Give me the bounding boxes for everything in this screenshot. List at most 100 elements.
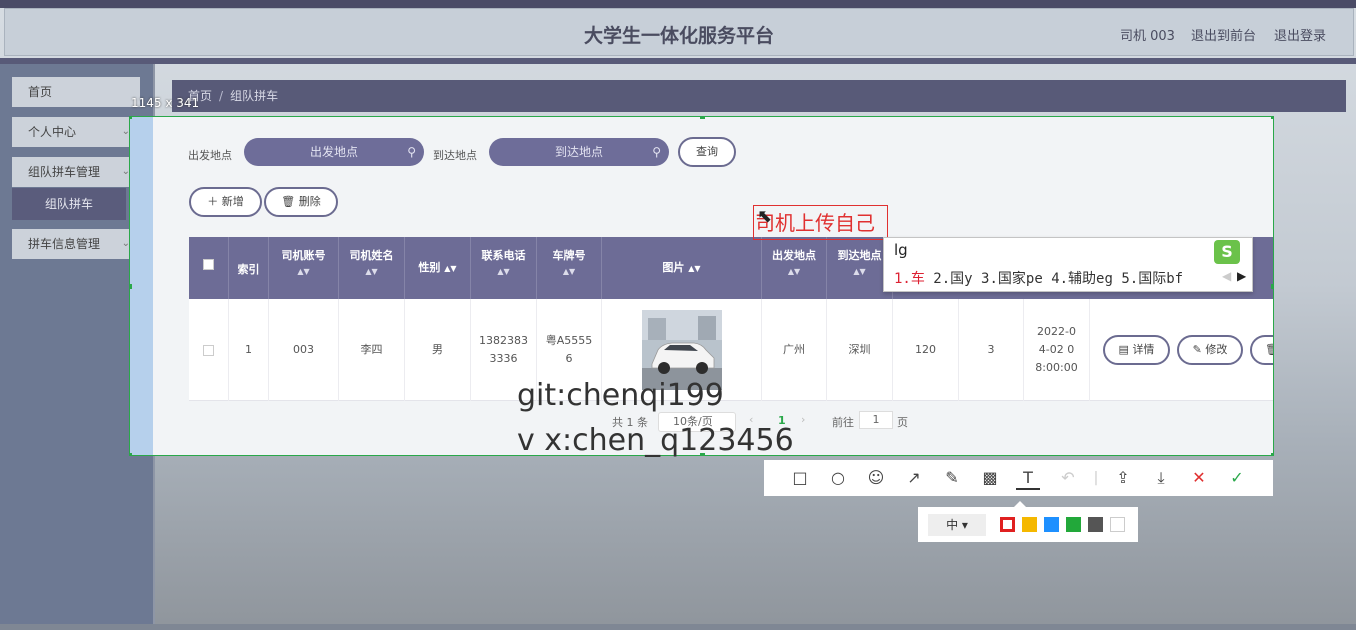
annotation-text[interactable]: 司机上传自己 <box>755 207 875 236</box>
goto-page-input[interactable]: 1 <box>859 411 893 429</box>
detail-button[interactable]: ▤ 详情 <box>1103 335 1170 365</box>
sidebar-item-label: 组队拼车管理 <box>28 165 101 179</box>
table-row: 1 003 李四 男 13823833336 粤A55556 广州 深圳 120… <box>189 299 1273 401</box>
ime-candidate[interactable]: 2.国y <box>933 271 972 287</box>
resize-handle[interactable] <box>700 117 705 119</box>
header-label: 司机姓名 <box>349 249 394 262</box>
color-swatch-green[interactable] <box>1066 517 1081 532</box>
add-button[interactable]: ＋ 新增 <box>189 187 262 217</box>
ime-candidate[interactable]: 1.车 <box>894 271 925 287</box>
rectangle-tool-icon[interactable]: □ <box>788 466 812 490</box>
sort-icon[interactable]: ▲▼ <box>537 267 601 276</box>
color-swatch-gray[interactable] <box>1088 517 1103 532</box>
row-checkbox[interactable] <box>203 344 214 356</box>
sort-icon[interactable]: ▲▼ <box>471 267 536 276</box>
sort-icon[interactable]: ▲▼ <box>688 264 700 273</box>
ime-prev-icon[interactable]: ◀ <box>1222 269 1231 283</box>
header-image[interactable]: 图片 ▲▼ <box>602 237 762 299</box>
cell-price: 120 <box>893 299 959 401</box>
share-icon[interactable]: ⇪ <box>1111 466 1135 490</box>
text-tool-icon[interactable]: T <box>1016 466 1040 490</box>
select-all-checkbox-cell[interactable] <box>189 237 229 299</box>
delete-button[interactable]: 🗑 删除 <box>264 187 338 217</box>
sidebar-item-label: 个人中心 <box>28 125 77 139</box>
font-size-select[interactable]: 中 ▾ <box>928 514 986 536</box>
resize-handle[interactable] <box>130 453 132 455</box>
sort-icon[interactable]: ▲▼ <box>339 267 404 276</box>
ime-next-icon[interactable]: ▶ <box>1237 269 1246 283</box>
resize-handle[interactable] <box>1271 117 1273 119</box>
sidebar-item-home[interactable]: 首页 <box>12 77 140 107</box>
header-plate[interactable]: 车牌号 ▲▼ <box>537 237 602 299</box>
ellipse-tool-icon[interactable]: ○ <box>826 466 850 490</box>
resize-handle[interactable] <box>1271 284 1273 289</box>
selection-edge-band <box>130 117 153 455</box>
sidebar-item-personal-center[interactable]: 个人中心 ⌄ <box>12 117 140 147</box>
header-phone[interactable]: 联系电话 ▲▼ <box>471 237 537 299</box>
download-icon[interactable]: ⤓ <box>1149 466 1173 490</box>
plus-icon: ＋ <box>207 195 222 208</box>
confirm-check-icon[interactable]: ✓ <box>1225 466 1249 490</box>
sort-icon[interactable]: ▲▼ <box>444 264 456 273</box>
pen-tool-icon[interactable]: ✎ <box>940 466 964 490</box>
cell-from: 广州 <box>762 299 827 401</box>
resize-handle[interactable] <box>1271 453 1273 455</box>
resize-handle[interactable] <box>130 284 132 289</box>
exit-to-front-link[interactable]: 退出到前台 <box>1191 25 1256 44</box>
header-label: 司机账号 <box>281 249 326 262</box>
ime-candidate[interactable]: 5.国际bf <box>1121 271 1183 287</box>
header-driver-name[interactable]: 司机姓名 ▲▼ <box>339 237 405 299</box>
select-all-checkbox[interactable] <box>203 259 214 270</box>
color-swatch-blue[interactable] <box>1044 517 1059 532</box>
page-unit-label: 页 <box>897 416 908 429</box>
cell-departure-time: 2022-04-02 08:00:00 <box>1024 299 1090 401</box>
cell-to: 深圳 <box>827 299 893 401</box>
ime-candidate[interactable]: 4.辅助eg <box>1051 271 1113 287</box>
from-location-placeholder: 出发地点 <box>309 145 358 159</box>
palette-caret <box>1014 501 1026 507</box>
mosaic-tool-icon[interactable]: ▩ <box>978 466 1002 490</box>
resize-handle[interactable] <box>130 117 132 119</box>
to-location-input[interactable]: 到达地点 ⚲ <box>489 138 669 166</box>
capture-size-label: 1145 x 341 <box>131 96 200 110</box>
trash-icon: 🗑 <box>1265 343 1273 356</box>
emoji-tool-icon[interactable]: ☺ <box>864 466 888 490</box>
sidebar-subitem-carpool-team[interactable]: 组队拼车 <box>12 188 126 220</box>
search-icon: ⚲ <box>652 145 661 159</box>
ime-logo-icon: S <box>1214 240 1240 264</box>
cell-gender: 男 <box>405 299 471 401</box>
breadcrumb-current: 组队拼车 <box>230 89 279 103</box>
header-from[interactable]: 出发地点 ▲▼ <box>762 237 827 299</box>
header-divider <box>0 58 1356 64</box>
sort-icon[interactable]: ▲▼ <box>269 267 338 276</box>
color-swatch-white[interactable] <box>1110 517 1125 532</box>
current-user: 司机 003 <box>1120 29 1175 44</box>
to-location-placeholder: 到达地点 <box>554 145 603 159</box>
undo-icon[interactable]: ↶ <box>1056 466 1080 490</box>
arrow-tool-icon[interactable]: ↗ <box>902 466 926 490</box>
ime-composition: lg <box>894 241 908 259</box>
ime-candidate-list: 1.车 2.国y 3.国家pe 4.辅助eg 5.国际bf <box>894 268 1183 288</box>
next-page-icon[interactable]: › <box>801 413 805 426</box>
header-label: 到达地点 <box>837 249 882 262</box>
header-gender[interactable]: 性别 ▲▼ <box>405 237 471 299</box>
edit-button[interactable]: ✎ 修改 <box>1177 335 1243 365</box>
sort-icon[interactable]: ▲▼ <box>762 267 826 276</box>
color-palette: 中 ▾ <box>918 501 1138 542</box>
color-swatch-yellow[interactable] <box>1022 517 1037 532</box>
trash-icon: 🗑 <box>281 195 299 208</box>
row-checkbox-cell[interactable] <box>189 299 229 401</box>
header-driver-account[interactable]: 司机账号 ▲▼ <box>269 237 339 299</box>
ime-candidate[interactable]: 3.国家pe <box>981 271 1043 287</box>
header-index: 索引 <box>229 237 269 299</box>
sidebar-item-carpool-info-management[interactable]: 拼车信息管理 ⌄ <box>12 229 140 259</box>
query-button[interactable]: 查询 <box>678 137 736 167</box>
row-delete-button[interactable]: 🗑删除 <box>1250 335 1273 365</box>
close-icon[interactable]: ✕ <box>1187 466 1211 490</box>
breadcrumb-separator: / <box>219 89 224 103</box>
from-location-input[interactable]: 出发地点 ⚲ <box>244 138 424 166</box>
logout-link[interactable]: 退出登录 <box>1274 25 1326 44</box>
ime-candidate-window: lg S 1.车 2.国y 3.国家pe 4.辅助eg 5.国际bf ◀ ▶ <box>883 237 1253 292</box>
color-swatch-red[interactable] <box>1000 517 1015 532</box>
sidebar-item-carpool-team-management[interactable]: 组队拼车管理 ⌄ <box>12 157 140 187</box>
